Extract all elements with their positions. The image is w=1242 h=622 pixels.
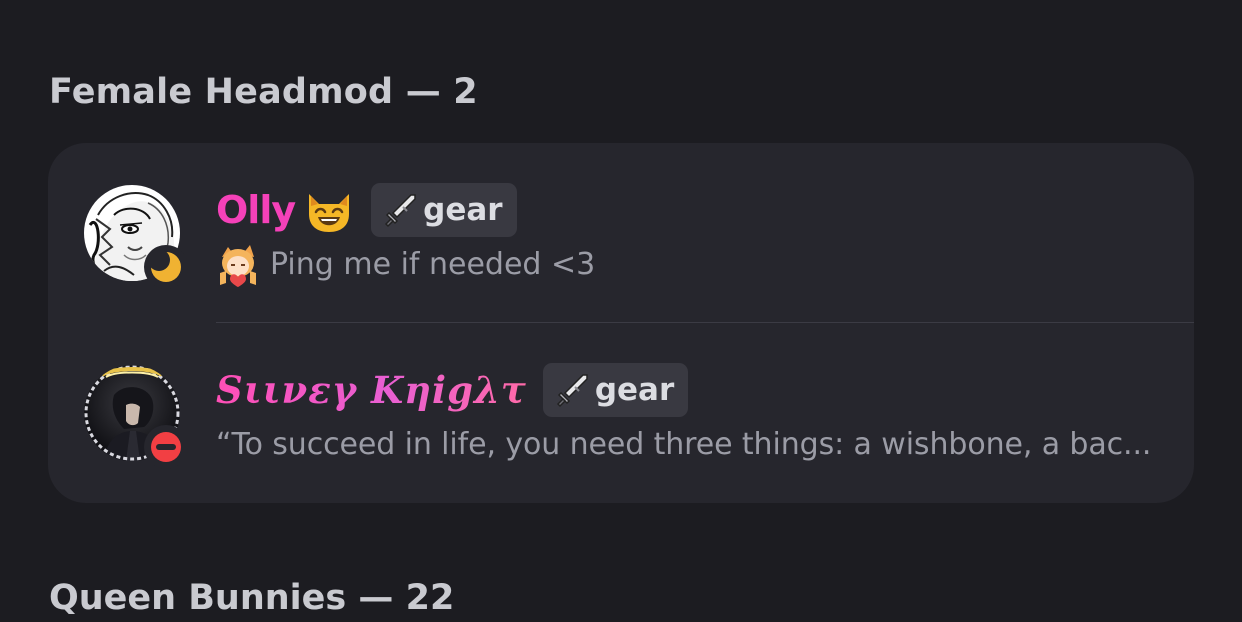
member-row-olly[interactable]: Olly gear Ping me if needed <3 (48, 143, 1194, 323)
member-list-card: Olly gear Ping me if needed <3 Sιινεγ Kη… (48, 143, 1194, 503)
member-name-row: Sιινεγ Kηigλτ gear (216, 363, 689, 417)
dnd-icon (151, 432, 181, 462)
role-badge-label: gear (594, 372, 675, 408)
role-section-header: Female Headmod — 2 (49, 72, 478, 112)
avatar-container[interactable] (84, 185, 188, 289)
role-badge-label: gear (423, 192, 503, 228)
custom-status-row: Ping me if needed <3 (216, 241, 595, 289)
custom-status-text: “To succeed in life, you need three thin… (216, 427, 1152, 462)
role-badge[interactable]: gear (542, 363, 689, 417)
member-row-silver-knight[interactable]: Sιινεγ Kηigλτ gear “To succeed in life, … (48, 323, 1194, 503)
member-name[interactable]: Olly (216, 183, 296, 237)
crescent-moon-icon (148, 249, 181, 282)
status-dnd-indicator (144, 425, 188, 469)
next-role-section-header: Queen Bunnies — 22 (49, 578, 455, 618)
anime-girl-heart-emoji (220, 245, 256, 287)
custom-status-text: Ping me if needed <3 (270, 247, 596, 282)
smiling-cat-emoji (309, 194, 350, 232)
member-name-row: Olly gear (216, 183, 517, 237)
avatar-container[interactable] (84, 365, 188, 469)
status-idle-indicator (144, 245, 188, 289)
dagger-icon (385, 194, 416, 228)
member-name[interactable]: Sιινεγ Kηigλτ (216, 363, 527, 417)
dagger-icon (556, 374, 588, 408)
role-badge[interactable]: gear (371, 183, 517, 237)
custom-status-row: “To succeed in life, you need three thin… (216, 421, 1152, 469)
